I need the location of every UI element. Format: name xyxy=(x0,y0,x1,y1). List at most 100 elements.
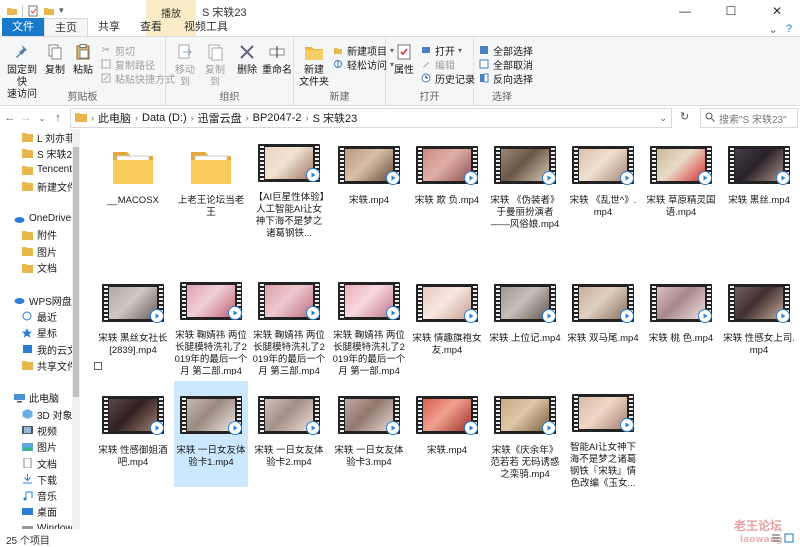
new-folder-icon[interactable] xyxy=(43,5,55,17)
video-file-item[interactable]: 宋轶 鞠婧祎 两位长腿模特洗礼了2019年的最后一个月 第三部.mp4 xyxy=(252,269,326,375)
nav-item[interactable]: L 刘亦菲1 xyxy=(0,129,79,145)
video-file-item[interactable]: 宋轶 双马尾.mp4 xyxy=(566,269,640,375)
up-icon[interactable]: ↑ xyxy=(50,108,66,128)
tab-home[interactable]: 主页 xyxy=(44,18,88,36)
easy-access-button[interactable]: 轻松访问 ▾ xyxy=(332,57,394,72)
rename-button[interactable]: 重命名 xyxy=(262,41,292,77)
video-file-item[interactable]: 宋轶.mp4 xyxy=(332,131,406,237)
details-view-icon[interactable] xyxy=(771,533,781,543)
nav-item[interactable]: 我的云文档 xyxy=(0,341,79,357)
video-file-item[interactable]: 宋轶 一日女友体验卡3.mp4 xyxy=(332,381,406,487)
large-icons-view-icon[interactable] xyxy=(784,533,794,543)
video-file-item[interactable]: 宋轶 黑丝女社长[2839].mp4 xyxy=(96,269,170,375)
edit-button[interactable]: 编辑 xyxy=(420,57,455,72)
nav-item[interactable]: 图片 xyxy=(0,243,79,259)
nav-item[interactable]: 视频 xyxy=(0,422,79,438)
nav-item[interactable]: 新建文件夹 xyxy=(0,178,79,194)
tab-share[interactable]: 共享 xyxy=(88,18,130,36)
video-file-item[interactable]: 宋轶 草原精灵国语.mp4 xyxy=(644,131,718,237)
nav-item[interactable]: 附件 xyxy=(0,227,79,243)
video-file-item[interactable]: 宋轶 鞠婧祎 两位长腿模特洗礼了2019年的最后一个月 第一部.mp4 xyxy=(332,269,406,375)
history-button[interactable]: 历史记录 xyxy=(420,71,475,86)
address-bar[interactable]: › 此电脑 › Data (D:) › 迅雷云盘 › BP2047-2 › S … xyxy=(70,108,672,128)
video-file-item[interactable]: 宋轶 欺 负.mp4 xyxy=(410,131,484,237)
clock-icon xyxy=(22,311,33,321)
nav-item[interactable]: 最近 xyxy=(0,308,79,324)
video-file-item[interactable]: 智能AI让女神下海不是梦之诸葛钢铁『宋轶』情色改编《玉女... xyxy=(566,381,640,487)
invert-selection-button[interactable]: 反向选择 xyxy=(478,71,533,86)
video-file-item[interactable]: 宋轶 桃 色.mp4 xyxy=(644,269,718,375)
video-file-item[interactable]: 宋轶 性感女上司.mp4 xyxy=(722,269,796,375)
breadcrumb-item[interactable]: Data (D:) xyxy=(142,112,187,124)
video-file-item[interactable]: 宋轶 上位记.mp4 xyxy=(488,269,562,375)
cut-button[interactable]: ✂ 剪切 xyxy=(100,43,135,58)
file-name: 宋轶 一日女友体验卡3.mp4 xyxy=(334,445,404,468)
nav-item[interactable]: WPS网盘 xyxy=(0,292,79,308)
video-file-item[interactable]: 宋轶《庆余年》范若若 无码诱惑之栾骑.mp4 xyxy=(488,381,562,487)
breadcrumb-item[interactable]: 此电脑 xyxy=(98,110,131,126)
forward-icon[interactable]: → xyxy=(18,108,34,128)
copy-to-button[interactable]: 复制到 xyxy=(202,41,228,89)
nav-item[interactable]: 文档 xyxy=(0,259,79,275)
nav-item[interactable]: 图片 xyxy=(0,439,79,455)
video-file-item[interactable]: 宋轶.mp4 xyxy=(410,381,484,487)
nav-item[interactable]: 音乐 xyxy=(0,488,79,504)
recent-locations-icon[interactable]: ⌄ xyxy=(34,108,50,128)
tab-video-tools[interactable]: 视频工具 xyxy=(174,18,238,36)
nav-item[interactable]: Tencent F xyxy=(0,162,79,178)
video-file-item[interactable]: 宋轶 《伪装者》于曼丽扮演者——风俗娘.mp4 xyxy=(488,131,562,237)
customize-qat-icon[interactable]: ▾ xyxy=(59,5,71,17)
select-none-button[interactable]: 全部取消 xyxy=(478,57,533,72)
paste-button[interactable]: 粘贴 xyxy=(70,41,96,77)
video-file-item[interactable]: 【AI巨星性体验】人工智能AI让女神下海不是梦之诸葛钢铁... xyxy=(252,131,326,237)
nav-item[interactable]: 共享文件夹 xyxy=(0,357,79,373)
folder-item[interactable]: 上老王论坛当老王 xyxy=(174,131,248,237)
nav-item[interactable]: Windows xyxy=(0,520,79,529)
copy-button[interactable]: 复制 xyxy=(42,41,68,77)
video-file-item[interactable]: 宋轶 鞠婧祎 两位长腿模特洗礼了2019年的最后一个月 第二部.mp4 xyxy=(174,269,248,375)
back-icon[interactable]: ← xyxy=(2,108,18,128)
folder-item[interactable]: __MACOSX xyxy=(96,131,170,237)
nav-pane-scrollbar[interactable] xyxy=(72,129,80,529)
nav-item[interactable]: 桌面 xyxy=(0,504,79,520)
video-file-item[interactable]: 宋轶 一日女友体验卡1.mp4 xyxy=(174,381,248,487)
item-checkbox[interactable] xyxy=(94,362,102,370)
file-name: 宋轶 鞠婧祎 两位长腿模特洗礼了2019年的最后一个月 第二部.mp4 xyxy=(174,329,248,375)
breadcrumb-item[interactable]: S 宋轶23 xyxy=(313,110,358,126)
refresh-icon[interactable]: ↻ xyxy=(680,110,689,123)
help-icon[interactable]: ? xyxy=(786,23,792,36)
video-file-item[interactable]: 宋轶 一日女友体验卡2.mp4 xyxy=(252,381,326,487)
properties-button[interactable]: 属性 xyxy=(392,41,416,77)
new-item-button[interactable]: 新建项目 ▾ xyxy=(332,43,394,58)
nav-item[interactable]: 下载 xyxy=(0,471,79,487)
video-file-item[interactable]: 宋轶 黑丝.mp4 xyxy=(722,131,796,237)
breadcrumb-item[interactable]: BP2047-2 xyxy=(253,112,302,124)
folder-icon xyxy=(22,148,33,159)
tab-file[interactable]: 文件 xyxy=(2,18,44,36)
copy-path-button[interactable]: 复制路径 xyxy=(100,57,155,72)
open-button[interactable]: 打开 ▾ xyxy=(420,43,462,58)
breadcrumb-item[interactable]: 迅雷云盘 xyxy=(198,110,242,126)
new-folder-button[interactable]: 新建 文件夹 xyxy=(298,41,330,89)
paste-shortcut-icon xyxy=(100,72,112,84)
paste-shortcut-button[interactable]: 粘贴快捷方式 xyxy=(100,71,175,86)
delete-button[interactable]: 删除 xyxy=(236,41,258,77)
properties-icon[interactable] xyxy=(27,5,39,17)
tab-view[interactable]: 查看 xyxy=(130,18,172,36)
video-file-item[interactable]: 宋轶 性感御姐酒吧.mp4 xyxy=(96,381,170,487)
nav-item[interactable]: OneDrive xyxy=(0,210,79,226)
search-input[interactable]: 搜索"S 宋轶23" xyxy=(700,108,798,128)
collapse-ribbon-icon[interactable]: ⌄ xyxy=(769,23,778,36)
select-all-button[interactable]: 全部选择 xyxy=(478,43,533,58)
nav-item[interactable]: 此电脑 xyxy=(0,390,79,406)
nav-item[interactable]: 文档 xyxy=(0,455,79,471)
move-to-button[interactable]: 移动到 xyxy=(172,41,198,89)
nav-item[interactable]: 3D 对象 xyxy=(0,406,79,422)
nav-item[interactable]: S 宋轶23 xyxy=(0,145,79,161)
video-file-item[interactable]: 宋轶 《乱世^》.mp4 xyxy=(566,131,640,237)
address-dropdown-icon[interactable]: ⌄ xyxy=(659,113,667,124)
scrollbar-thumb[interactable] xyxy=(73,147,79,397)
nav-item[interactable]: 星标 xyxy=(0,325,79,341)
video-file-item[interactable]: 宋轶 情趣旗袍女友.mp4 xyxy=(410,269,484,375)
